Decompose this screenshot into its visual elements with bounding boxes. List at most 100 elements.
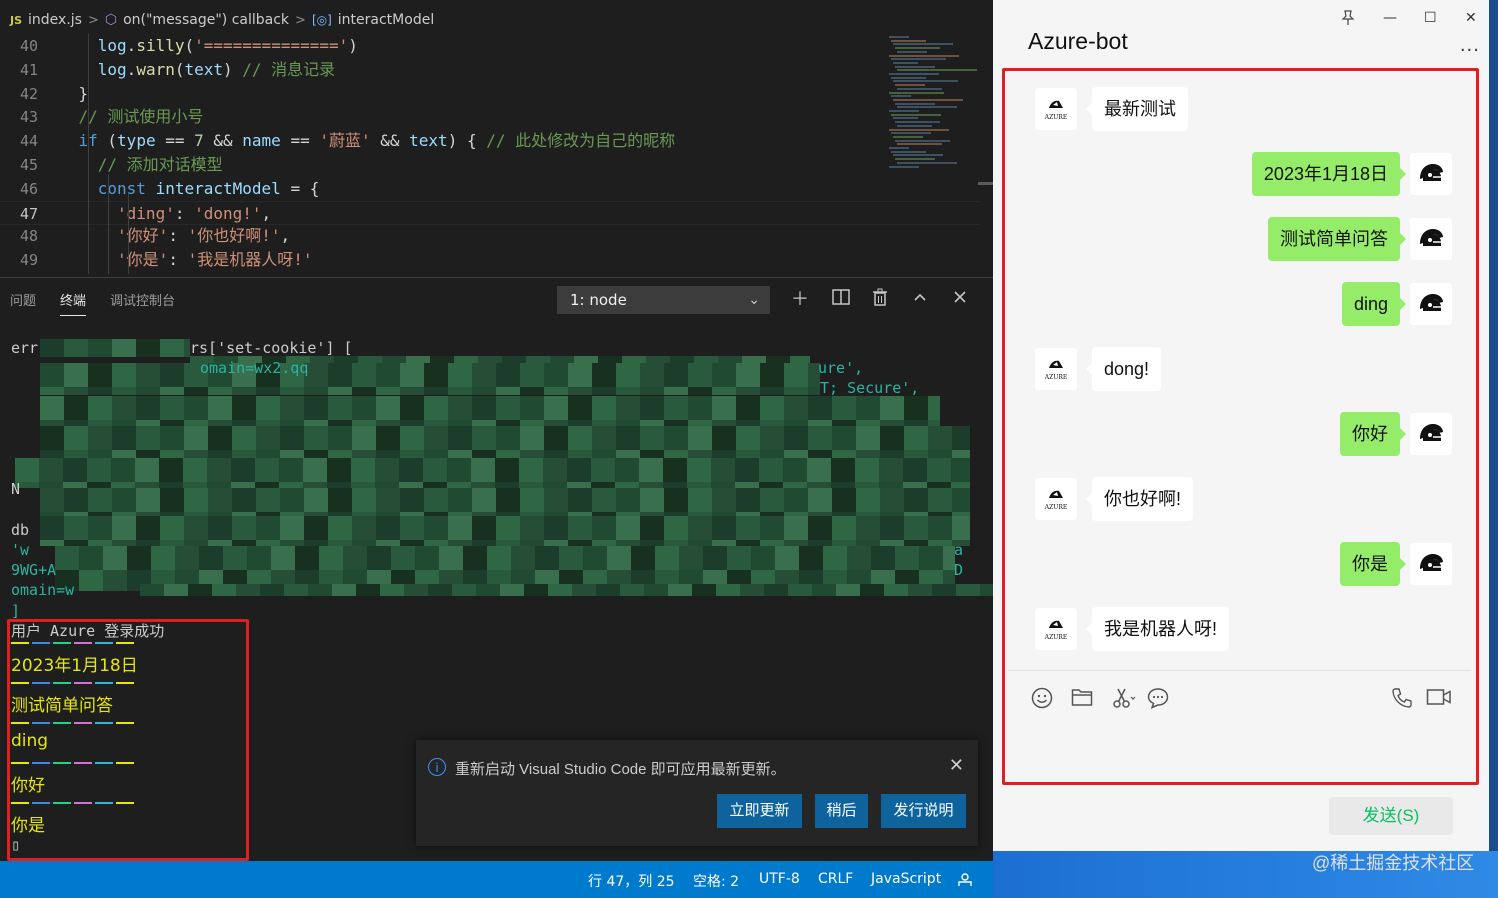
code-line[interactable]: 44 if (type == 7 && name == '蔚蓝' && text)… bbox=[0, 129, 980, 153]
pixelated-redaction bbox=[687, 458, 711, 482]
release-notes-button[interactable]: 发行说明 bbox=[881, 794, 966, 828]
pin-icon[interactable] bbox=[1341, 10, 1355, 30]
pixelated-redaction bbox=[808, 450, 832, 458]
code-line[interactable]: 41 log.warn(text) // 消息记录 bbox=[0, 58, 980, 82]
minimap-line bbox=[893, 43, 953, 46]
tab-debug-console[interactable]: 调试控制台 bbox=[110, 290, 175, 316]
language-mode[interactable]: JavaScript bbox=[871, 871, 941, 887]
terminal-text: D bbox=[954, 561, 964, 579]
pixelated-redaction bbox=[424, 516, 448, 540]
update-notification: i 重新启动 Visual Studio Code 即可应用最新更新。 ✕ 立即… bbox=[416, 740, 978, 846]
code-line[interactable]: 45 // 添加对话模型 bbox=[0, 153, 980, 177]
variable-icon: [◎] bbox=[311, 13, 332, 27]
pixelated-redaction bbox=[64, 426, 88, 450]
pixelated-redaction bbox=[439, 546, 463, 570]
more-icon[interactable]: ··· bbox=[1460, 40, 1480, 61]
pixelated-redaction bbox=[280, 426, 304, 450]
maximize-icon[interactable]: ☐ bbox=[1424, 10, 1437, 26]
send-button[interactable]: 发送(S) bbox=[1329, 797, 1453, 835]
line-number: 44 bbox=[19, 132, 38, 151]
pixelated-redaction bbox=[284, 584, 308, 596]
pixelated-redaction bbox=[351, 458, 375, 482]
pixelated-redaction bbox=[448, 450, 472, 458]
later-button[interactable]: 稍后 bbox=[815, 794, 868, 828]
pixelated-redaction bbox=[280, 488, 304, 512]
pixelated-redaction bbox=[495, 458, 519, 482]
pixelated-redaction bbox=[879, 458, 903, 482]
pixelated-redaction bbox=[927, 458, 951, 482]
pixelated-redaction bbox=[328, 363, 352, 387]
breadcrumb-symbol[interactable]: interactModel bbox=[338, 12, 434, 28]
code-line[interactable]: 43 // 测试使用小号 bbox=[0, 105, 980, 129]
minimap-line bbox=[895, 158, 935, 161]
chevron-down-icon: ⌄ bbox=[748, 292, 760, 308]
line-number: 45 bbox=[19, 156, 38, 174]
pixelated-redaction bbox=[136, 426, 160, 450]
pixelated-redaction bbox=[760, 450, 784, 458]
indent-guide bbox=[128, 194, 129, 274]
minimap-line bbox=[891, 95, 911, 98]
pixelated-redaction bbox=[592, 396, 616, 420]
line-ending[interactable]: CRLF bbox=[818, 871, 853, 887]
terminal-select[interactable]: 1: node ⌄ bbox=[557, 286, 770, 314]
pixelated-redaction bbox=[151, 546, 175, 570]
pixelated-redaction bbox=[736, 387, 760, 395]
minimap[interactable] bbox=[885, 36, 980, 176]
plus-icon[interactable]: ＋ bbox=[788, 288, 812, 312]
terminal-text: 'w bbox=[11, 541, 30, 559]
pixelated-redaction bbox=[548, 584, 572, 596]
close-icon[interactable]: ✕ bbox=[949, 755, 964, 776]
update-now-button[interactable]: 立即更新 bbox=[717, 794, 802, 828]
pixelated-redaction bbox=[760, 363, 784, 387]
code-text: // 添加对话模型 bbox=[97, 155, 223, 174]
pixelated-redaction bbox=[496, 363, 520, 387]
minimap-line bbox=[889, 110, 919, 112]
encoding[interactable]: UTF-8 bbox=[759, 871, 800, 887]
minimap-line bbox=[897, 87, 942, 90]
code-line[interactable]: 48 '你好': '你也好啊!', bbox=[0, 224, 980, 248]
breadcrumb-file[interactable]: index.js bbox=[28, 12, 82, 28]
feedback-icon[interactable] bbox=[957, 871, 973, 891]
tab-terminal[interactable]: 终端 bbox=[60, 290, 87, 316]
pixelated-redaction bbox=[952, 450, 970, 458]
pixelated-redaction bbox=[904, 450, 928, 458]
pixelated-redaction bbox=[511, 546, 535, 570]
pixelated-redaction bbox=[727, 546, 751, 570]
minimize-icon[interactable]: — bbox=[1383, 10, 1397, 26]
tab-problems[interactable]: 问题 bbox=[10, 290, 36, 316]
code-line[interactable]: 46 const interactModel = { bbox=[0, 177, 980, 201]
editor-scrollbar[interactable] bbox=[978, 182, 993, 185]
indentation[interactable]: 空格: 2 bbox=[693, 871, 739, 891]
line-number: 43 bbox=[19, 108, 38, 127]
chevron-up-icon[interactable] bbox=[908, 288, 932, 312]
pixelated-redaction bbox=[256, 488, 280, 512]
pixelated-redaction bbox=[524, 584, 548, 596]
code-line[interactable]: 47 'ding': 'dong!', bbox=[0, 200, 980, 225]
pixelated-redaction bbox=[688, 516, 712, 540]
code-editor[interactable]: 40 log.silly('==============') 41 log.warn(… bbox=[0, 34, 993, 274]
close-icon[interactable]: ✕ bbox=[1465, 10, 1477, 26]
pixelated-redaction bbox=[79, 570, 103, 591]
code-line[interactable]: 42} bbox=[0, 82, 980, 106]
pixelated-redaction bbox=[472, 450, 496, 458]
pixelated-redaction bbox=[136, 516, 160, 540]
code-line[interactable]: 49 '你是': '我是机器人呀!' bbox=[0, 248, 980, 272]
terminal-text: rs['set-cookie'] [ bbox=[190, 339, 353, 357]
pixelated-redaction bbox=[616, 488, 640, 512]
pixelated-redaction bbox=[956, 584, 980, 596]
cursor-position[interactable]: 行 47，列 25 bbox=[588, 871, 675, 891]
pixelated-redaction bbox=[160, 488, 184, 512]
pixelated-redaction bbox=[112, 426, 136, 450]
trash-icon[interactable] bbox=[868, 288, 892, 312]
breadcrumb-callback[interactable]: on("message") callback bbox=[123, 12, 289, 28]
pixelated-redaction bbox=[424, 450, 448, 458]
pixelated-redaction bbox=[175, 546, 199, 570]
pixelated-redaction bbox=[111, 458, 135, 482]
pixelated-redaction bbox=[836, 584, 860, 596]
pixelated-redaction bbox=[232, 387, 256, 395]
split-icon[interactable] bbox=[829, 288, 853, 312]
code-line[interactable]: 40 log.silly('==============') bbox=[0, 34, 980, 58]
close-panel-icon[interactable] bbox=[948, 288, 972, 312]
pixelated-redaction bbox=[568, 387, 592, 395]
pixelated-redaction bbox=[880, 516, 904, 540]
